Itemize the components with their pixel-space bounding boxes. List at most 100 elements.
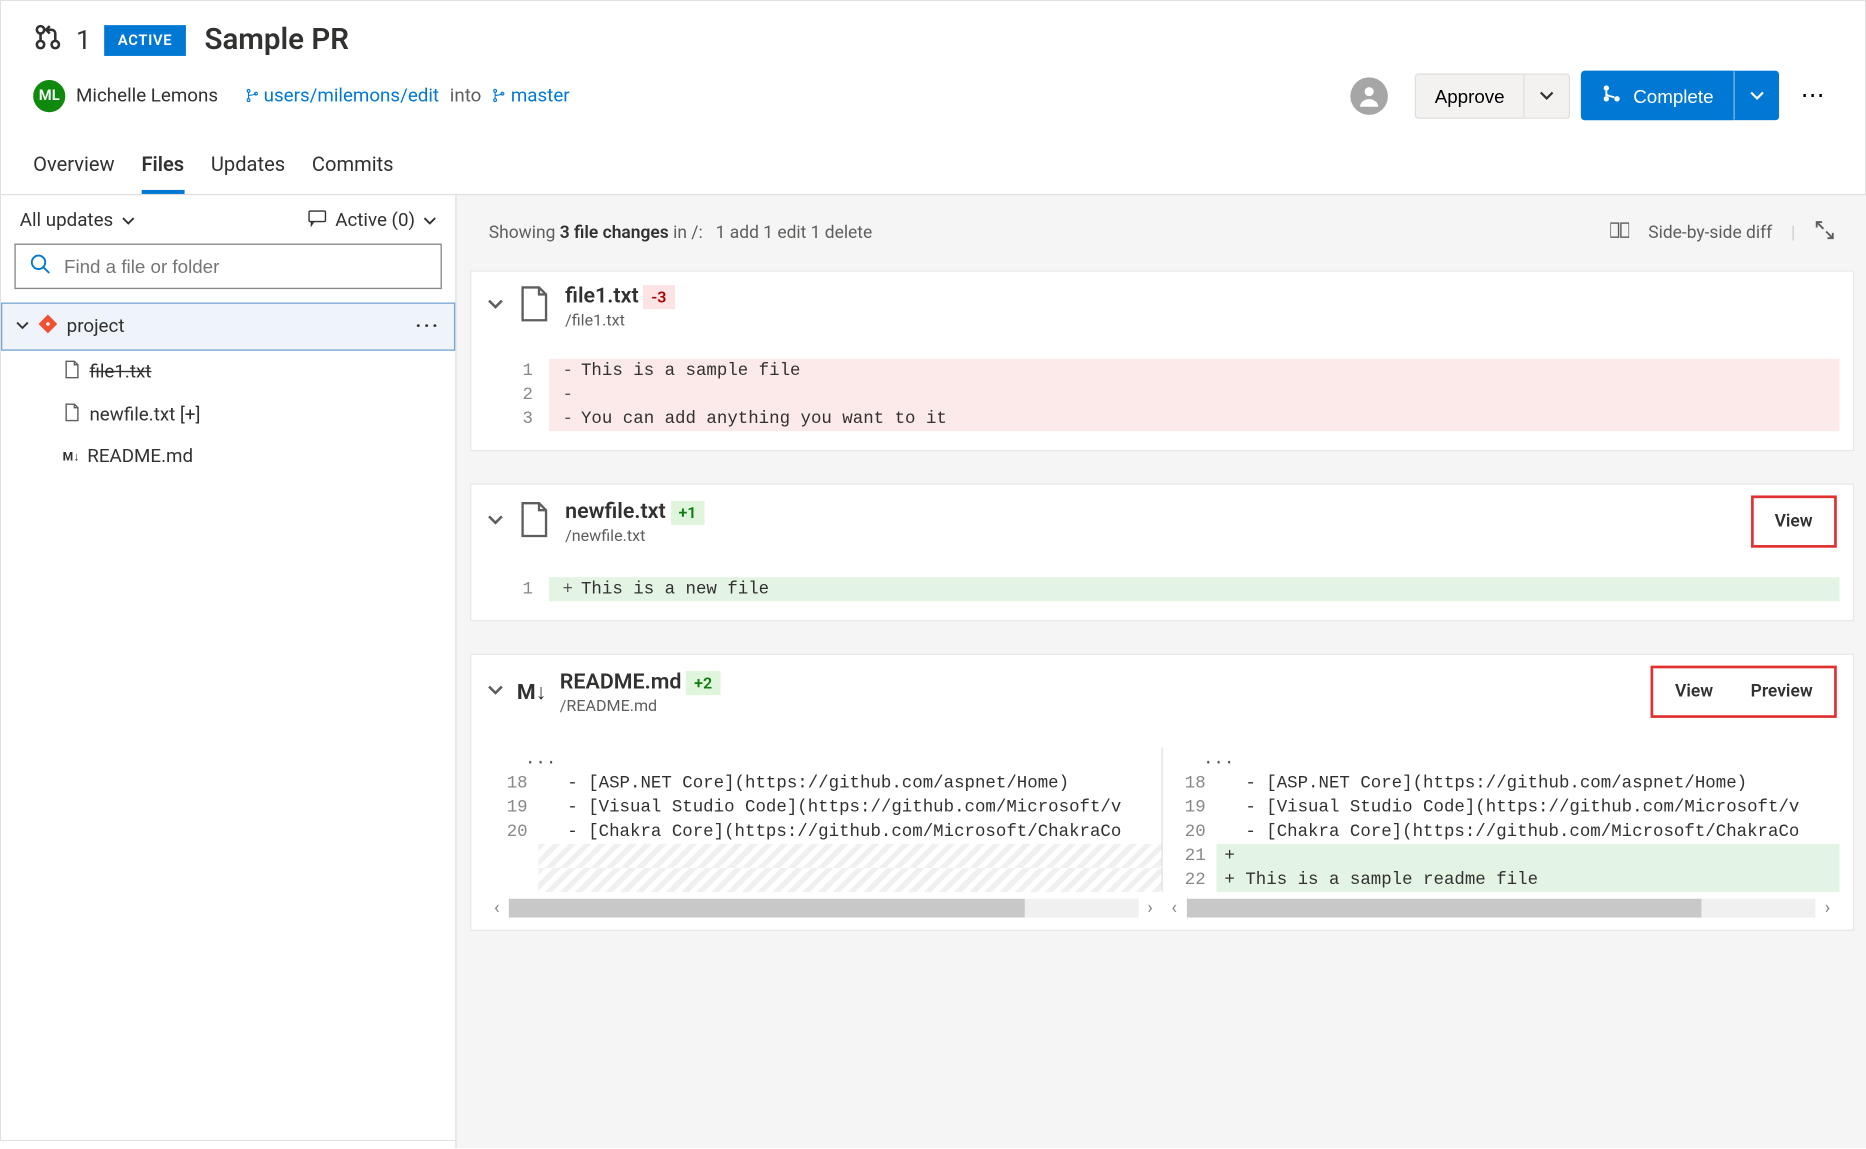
scroll-left-icon[interactable]: ‹	[1162, 897, 1186, 918]
view-button[interactable]: View	[1759, 504, 1829, 540]
diff-line	[485, 868, 1162, 892]
source-branch-link[interactable]: users/milemons/edit	[245, 85, 439, 106]
chevron-down-icon[interactable]	[487, 511, 503, 532]
diff-stat-badge: +1	[670, 501, 704, 525]
scroll-left-icon[interactable]: ‹	[485, 897, 509, 918]
file-icon	[63, 360, 82, 384]
change-stats: 1 add 1 edit 1 delete	[716, 223, 873, 243]
complete-label: Complete	[1633, 85, 1713, 106]
complete-button[interactable]: Complete	[1581, 71, 1734, 121]
pr-header: 1 ACTIVE Sample PR ML Michelle Lemons us…	[1, 1, 1866, 120]
file-path: /file1.txt	[565, 311, 674, 330]
search-icon	[29, 253, 50, 280]
chevron-down-icon	[16, 316, 29, 337]
comments-dropdown[interactable]: Active (0)	[308, 209, 436, 233]
file-icon	[517, 500, 552, 543]
diff-line: 3-You can add anything you want to it	[485, 407, 1840, 431]
chevron-down-icon[interactable]	[487, 681, 503, 702]
tab-updates[interactable]: Updates	[211, 142, 285, 194]
file-path: /README.md	[560, 696, 720, 715]
diff-line: 1+This is a new file	[485, 577, 1840, 601]
pull-request-icon	[33, 22, 62, 57]
author-name[interactable]: Michelle Lemons	[76, 85, 218, 106]
search-input[interactable]	[64, 256, 427, 277]
tree-file-added[interactable]: newfile.txt [+]	[1, 394, 455, 437]
comments-dropdown-label: Active (0)	[335, 210, 415, 231]
view-button[interactable]: View	[1659, 674, 1729, 710]
diff-stat-badge: -3	[643, 285, 674, 309]
file-icon	[63, 403, 82, 427]
pr-id: 1	[76, 24, 91, 56]
file-card-readme: M↓ README.md +2 /README.md View Preview …	[470, 654, 1854, 931]
diff-line: 18 - [ASP.NET Core](https://github.com/a…	[485, 772, 1162, 796]
chevron-down-icon[interactable]	[487, 295, 503, 316]
diff-content: Showing 3 file changes in /: 1 add 1 edi…	[457, 195, 1866, 1148]
file-card-file1: file1.txt -3 /file1.txt 1-This is a samp…	[470, 270, 1854, 451]
status-badge: ACTIVE	[105, 24, 186, 55]
scroll-right-icon[interactable]: ›	[1138, 897, 1162, 918]
complete-dropdown[interactable]	[1734, 71, 1780, 121]
tree-file-modified[interactable]: M↓ README.md	[1, 437, 455, 477]
approve-button[interactable]: Approve	[1415, 73, 1525, 119]
in-label: in /:	[669, 223, 703, 243]
diff-line: 20 - [Chakra Core](https://github.com/Mi…	[485, 820, 1162, 844]
updates-dropdown[interactable]: All updates	[20, 210, 135, 231]
repo-icon	[37, 313, 58, 340]
reviewer-avatar-icon[interactable]	[1350, 77, 1388, 115]
markdown-icon: M↓	[63, 449, 80, 464]
diff-line: 21+	[1163, 844, 1840, 868]
diff-line: 1-This is a sample file	[485, 359, 1840, 383]
tree-file-deleted[interactable]: file1.txt	[1, 351, 455, 394]
file-path: /newfile.txt	[565, 526, 704, 545]
tree-file-label: newfile.txt [+]	[89, 404, 200, 425]
merge-icon	[1601, 83, 1622, 108]
complete-button-group: Complete	[1581, 71, 1779, 121]
scrollbar-track[interactable]	[1186, 899, 1815, 918]
approve-button-group: Approve	[1415, 73, 1571, 119]
tab-overview[interactable]: Overview	[33, 142, 114, 194]
tab-files[interactable]: Files	[141, 142, 184, 194]
scrollbar-thumb[interactable]	[1186, 899, 1702, 918]
diff-stat-badge: +2	[686, 671, 720, 695]
target-branch-link[interactable]: master	[492, 85, 570, 106]
into-label: into	[450, 85, 482, 106]
highlight-box: View	[1750, 495, 1836, 547]
change-count: 3 file changes	[560, 223, 669, 243]
scrollbar-track[interactable]	[509, 899, 1138, 918]
showing-label: Showing	[489, 223, 560, 243]
diff-layout-icon[interactable]	[1611, 221, 1630, 245]
preview-button[interactable]: Preview	[1735, 674, 1829, 710]
comment-icon	[308, 209, 327, 233]
approve-dropdown[interactable]	[1525, 73, 1571, 119]
target-branch-text: master	[511, 85, 570, 106]
file-icon	[517, 284, 552, 327]
tree-file-label: file1.txt	[89, 361, 151, 382]
avatar[interactable]: ML	[33, 79, 65, 111]
diff-line: 19 - [Visual Studio Code](https://github…	[1163, 796, 1840, 820]
markdown-icon: M↓	[517, 678, 547, 705]
tree-root-label: project	[67, 316, 125, 337]
scrollbar-thumb[interactable]	[509, 899, 1025, 918]
diff-line: 19 - [Visual Studio Code](https://github…	[485, 796, 1162, 820]
source-branch-text: users/milemons/edit	[264, 85, 439, 106]
diff-line: 20 - [Chakra Core](https://github.com/Mi…	[1163, 820, 1840, 844]
tree-root-more[interactable]: ···	[415, 316, 440, 337]
diff-line: 2-	[485, 383, 1840, 407]
tab-commits[interactable]: Commits	[312, 142, 394, 194]
file-name: newfile.txt	[565, 498, 666, 523]
tree-root[interactable]: project ···	[1, 303, 455, 351]
pr-tabs: Overview Files Updates Commits	[1, 142, 1866, 196]
updates-dropdown-label: All updates	[20, 210, 113, 231]
tree-file-label: README.md	[87, 446, 193, 467]
diff-line: 22+ This is a sample readme file	[1163, 868, 1840, 892]
file-search[interactable]	[14, 244, 441, 290]
file-name: README.md	[560, 668, 682, 693]
highlight-box: View Preview	[1651, 666, 1837, 718]
file-name: file1.txt	[565, 282, 639, 307]
scroll-right-icon[interactable]: ›	[1815, 897, 1839, 918]
diff-line	[485, 844, 1162, 868]
more-actions-button[interactable]: ⋯	[1790, 76, 1836, 115]
diff-mode[interactable]: Side-by-side diff	[1648, 223, 1772, 243]
fullscreen-icon[interactable]	[1814, 219, 1835, 246]
file-card-newfile: newfile.txt +1 /newfile.txt View 1+This …	[470, 483, 1854, 621]
